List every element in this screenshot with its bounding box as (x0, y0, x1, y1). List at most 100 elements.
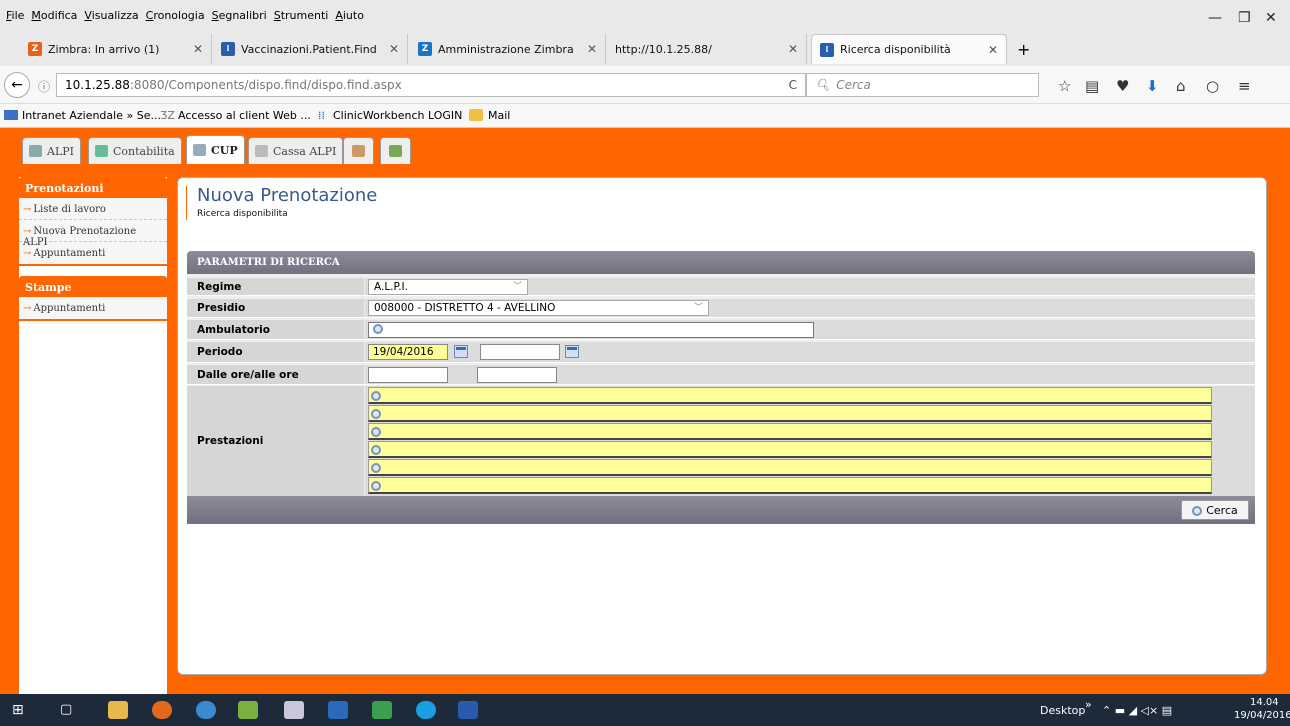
close-tab-icon[interactable]: ✕ (389, 42, 399, 56)
calendar-icon[interactable] (454, 345, 468, 358)
browser-tab[interactable]: ⁞ Vaccinazioni.Patient.Find ✕ (213, 34, 408, 64)
presidio-select[interactable]: 008000 - DISTRETTO 4 - AVELLINO ﹀ (368, 300, 709, 316)
arrow-icon: → (23, 248, 32, 259)
orari-label: Dalle ore/alle ore (187, 365, 364, 384)
row-ambulatorio: Ambulatorio (187, 320, 1255, 340)
info-icon[interactable]: ⓘ (38, 78, 50, 95)
clock-date[interactable]: 19/04/2016 (1234, 710, 1290, 721)
sidebar-item-stampe-appuntamenti[interactable]: → Appuntamenti (19, 297, 167, 319)
app-icon[interactable] (238, 701, 258, 719)
download-icon[interactable]: ⬇ (1146, 77, 1159, 95)
menu-item[interactable]: Segnalibri (212, 9, 267, 22)
desktop-toolbar[interactable]: Desktop (1040, 704, 1085, 717)
ambulatorio-cell (365, 320, 1255, 339)
url-path: :8080/Components/dispo.find/dispo.find.a… (129, 78, 402, 92)
tab-cup[interactable]: CUP (186, 135, 245, 164)
tab-reports[interactable] (380, 137, 411, 164)
row-regime: Regime A.L.P.I. ﹀ (187, 278, 1255, 296)
app-icon[interactable] (328, 701, 348, 719)
tab-cassa-alpi[interactable]: Cassa ALPI (248, 137, 344, 164)
app-icon[interactable] (284, 701, 304, 719)
close-tab-icon[interactable]: ✕ (193, 42, 203, 56)
tab-label: Amministrazione Zimbra (438, 42, 574, 56)
close-tab-icon[interactable]: ✕ (788, 42, 798, 56)
back-icon[interactable]: ← (4, 72, 30, 98)
search-icon: 🔍︎ (815, 78, 831, 92)
prestazione-input[interactable] (368, 477, 1212, 494)
calendar-icon[interactable] (565, 345, 579, 358)
bookmark-item[interactable]: Mail (488, 109, 510, 122)
menu-item[interactable]: File (6, 9, 24, 22)
ora-to-input[interactable] (477, 367, 557, 383)
tab-users[interactable] (343, 137, 374, 164)
close-tab-icon[interactable]: ✕ (988, 43, 998, 57)
sidebar-item-liste-di-lavoro[interactable]: → Liste di lavoro (19, 198, 167, 220)
file-explorer-icon[interactable] (108, 701, 128, 719)
chevron-right-icon[interactable]: » (1085, 698, 1092, 711)
tab-contabilita[interactable]: Contabilita (88, 137, 182, 164)
bookmark-item[interactable]: Accesso al client Web ... (178, 109, 311, 122)
sidebar-item-label: Liste di lavoro (33, 204, 106, 215)
home-icon[interactable]: ⌂ (1176, 77, 1186, 95)
tray-icons[interactable]: ⌃ ▬ ◢ ◁× ▤ (1102, 704, 1172, 717)
prestazione-input[interactable] (368, 405, 1212, 422)
restore-icon[interactable]: ❐ (1238, 10, 1251, 26)
presidio-label: Presidio (187, 299, 364, 317)
bookmark-star-icon[interactable]: ☆ (1058, 77, 1071, 95)
app-icon: ⁞ (820, 42, 834, 57)
ora-from-input[interactable] (368, 367, 448, 383)
menu-icon[interactable]: ≡ (1238, 77, 1251, 95)
search-placeholder: Cerca (836, 78, 871, 92)
chat-icon[interactable]: ○ (1206, 77, 1219, 95)
menu-item[interactable]: Visualizza (84, 9, 138, 22)
browser-tab-active[interactable]: ⁞ Ricerca disponibilità ✕ (811, 34, 1007, 64)
search-icon (1192, 506, 1203, 516)
prestazione-input[interactable] (368, 459, 1212, 476)
word-icon[interactable] (458, 701, 478, 719)
regime-select[interactable]: A.L.P.I. ﹀ (368, 279, 528, 295)
cerca-button[interactable]: Cerca (1181, 500, 1249, 520)
browser-tab[interactable]: http://10.1.25.88/ ✕ (607, 34, 807, 64)
lookup-icon (371, 409, 381, 419)
firefox-icon[interactable] (152, 701, 172, 719)
tab-label: Ricerca disponibilità (840, 43, 951, 56)
app-icon[interactable] (196, 701, 216, 719)
page-title: Nuova Prenotazione (197, 185, 378, 206)
new-tab-icon[interactable]: + (1017, 40, 1030, 59)
sidebar-item-nuova-prenotazione-alpi[interactable]: → Nuova Prenotazione ALPI (19, 220, 167, 248)
tab-alpi[interactable]: ALPI (22, 137, 81, 164)
minimize-icon[interactable]: — (1208, 10, 1222, 26)
pocket-icon[interactable]: ♥ (1116, 77, 1129, 95)
periodo-to-input[interactable] (480, 344, 560, 360)
search-input[interactable]: 🔍︎ Cerca (806, 73, 1039, 97)
prestazione-input[interactable] (368, 441, 1212, 458)
app-icon[interactable] (372, 701, 392, 719)
browser-tab[interactable]: Z Zimbra: In arrivo (1) ✕ (20, 34, 212, 64)
url-field[interactable]: 10.1.25.88:8080/Components/dispo.find/di… (56, 73, 806, 97)
menu-item[interactable]: Cronologia (146, 9, 205, 22)
page-subtitle: Ricerca disponibilita (197, 209, 288, 219)
menu-item[interactable]: Aiuto (335, 9, 364, 22)
bookmark-item[interactable]: Intranet Aziendale » Se... (22, 109, 161, 122)
row-presidio: Presidio 008000 - DISTRETTO 4 - AVELLINO… (187, 299, 1255, 318)
bookmark-item[interactable]: ClinicWorkbench LOGIN (333, 109, 462, 122)
menu-item[interactable]: Modifica (31, 9, 77, 22)
bookmarks-bar: Intranet Aziendale » Se... ƷZ Accesso al… (0, 104, 1290, 128)
prestazione-input[interactable] (368, 423, 1212, 440)
prestazione-input[interactable] (368, 387, 1212, 404)
close-icon[interactable]: ✕ (1265, 10, 1277, 26)
skype-icon[interactable] (416, 701, 436, 719)
menu-item[interactable]: Strumenti (274, 9, 329, 22)
close-tab-icon[interactable]: ✕ (587, 42, 597, 56)
browser-tab[interactable]: Z Amministrazione Zimbra ✕ (410, 34, 606, 64)
reading-list-icon[interactable]: ▤ (1085, 77, 1099, 95)
url-host: 10.1.25.88 (65, 78, 130, 92)
windows-start-icon[interactable]: ⊞ (12, 702, 24, 718)
alpi-icon (29, 145, 42, 157)
clock-time[interactable]: 14.04 (1250, 697, 1279, 708)
ambulatorio-input[interactable] (368, 322, 814, 338)
periodo-from-input[interactable]: 19/04/2016 (368, 344, 448, 360)
reload-icon[interactable]: C (789, 78, 797, 92)
task-view-icon[interactable]: ▢ (60, 702, 72, 717)
lookup-icon (373, 324, 383, 334)
